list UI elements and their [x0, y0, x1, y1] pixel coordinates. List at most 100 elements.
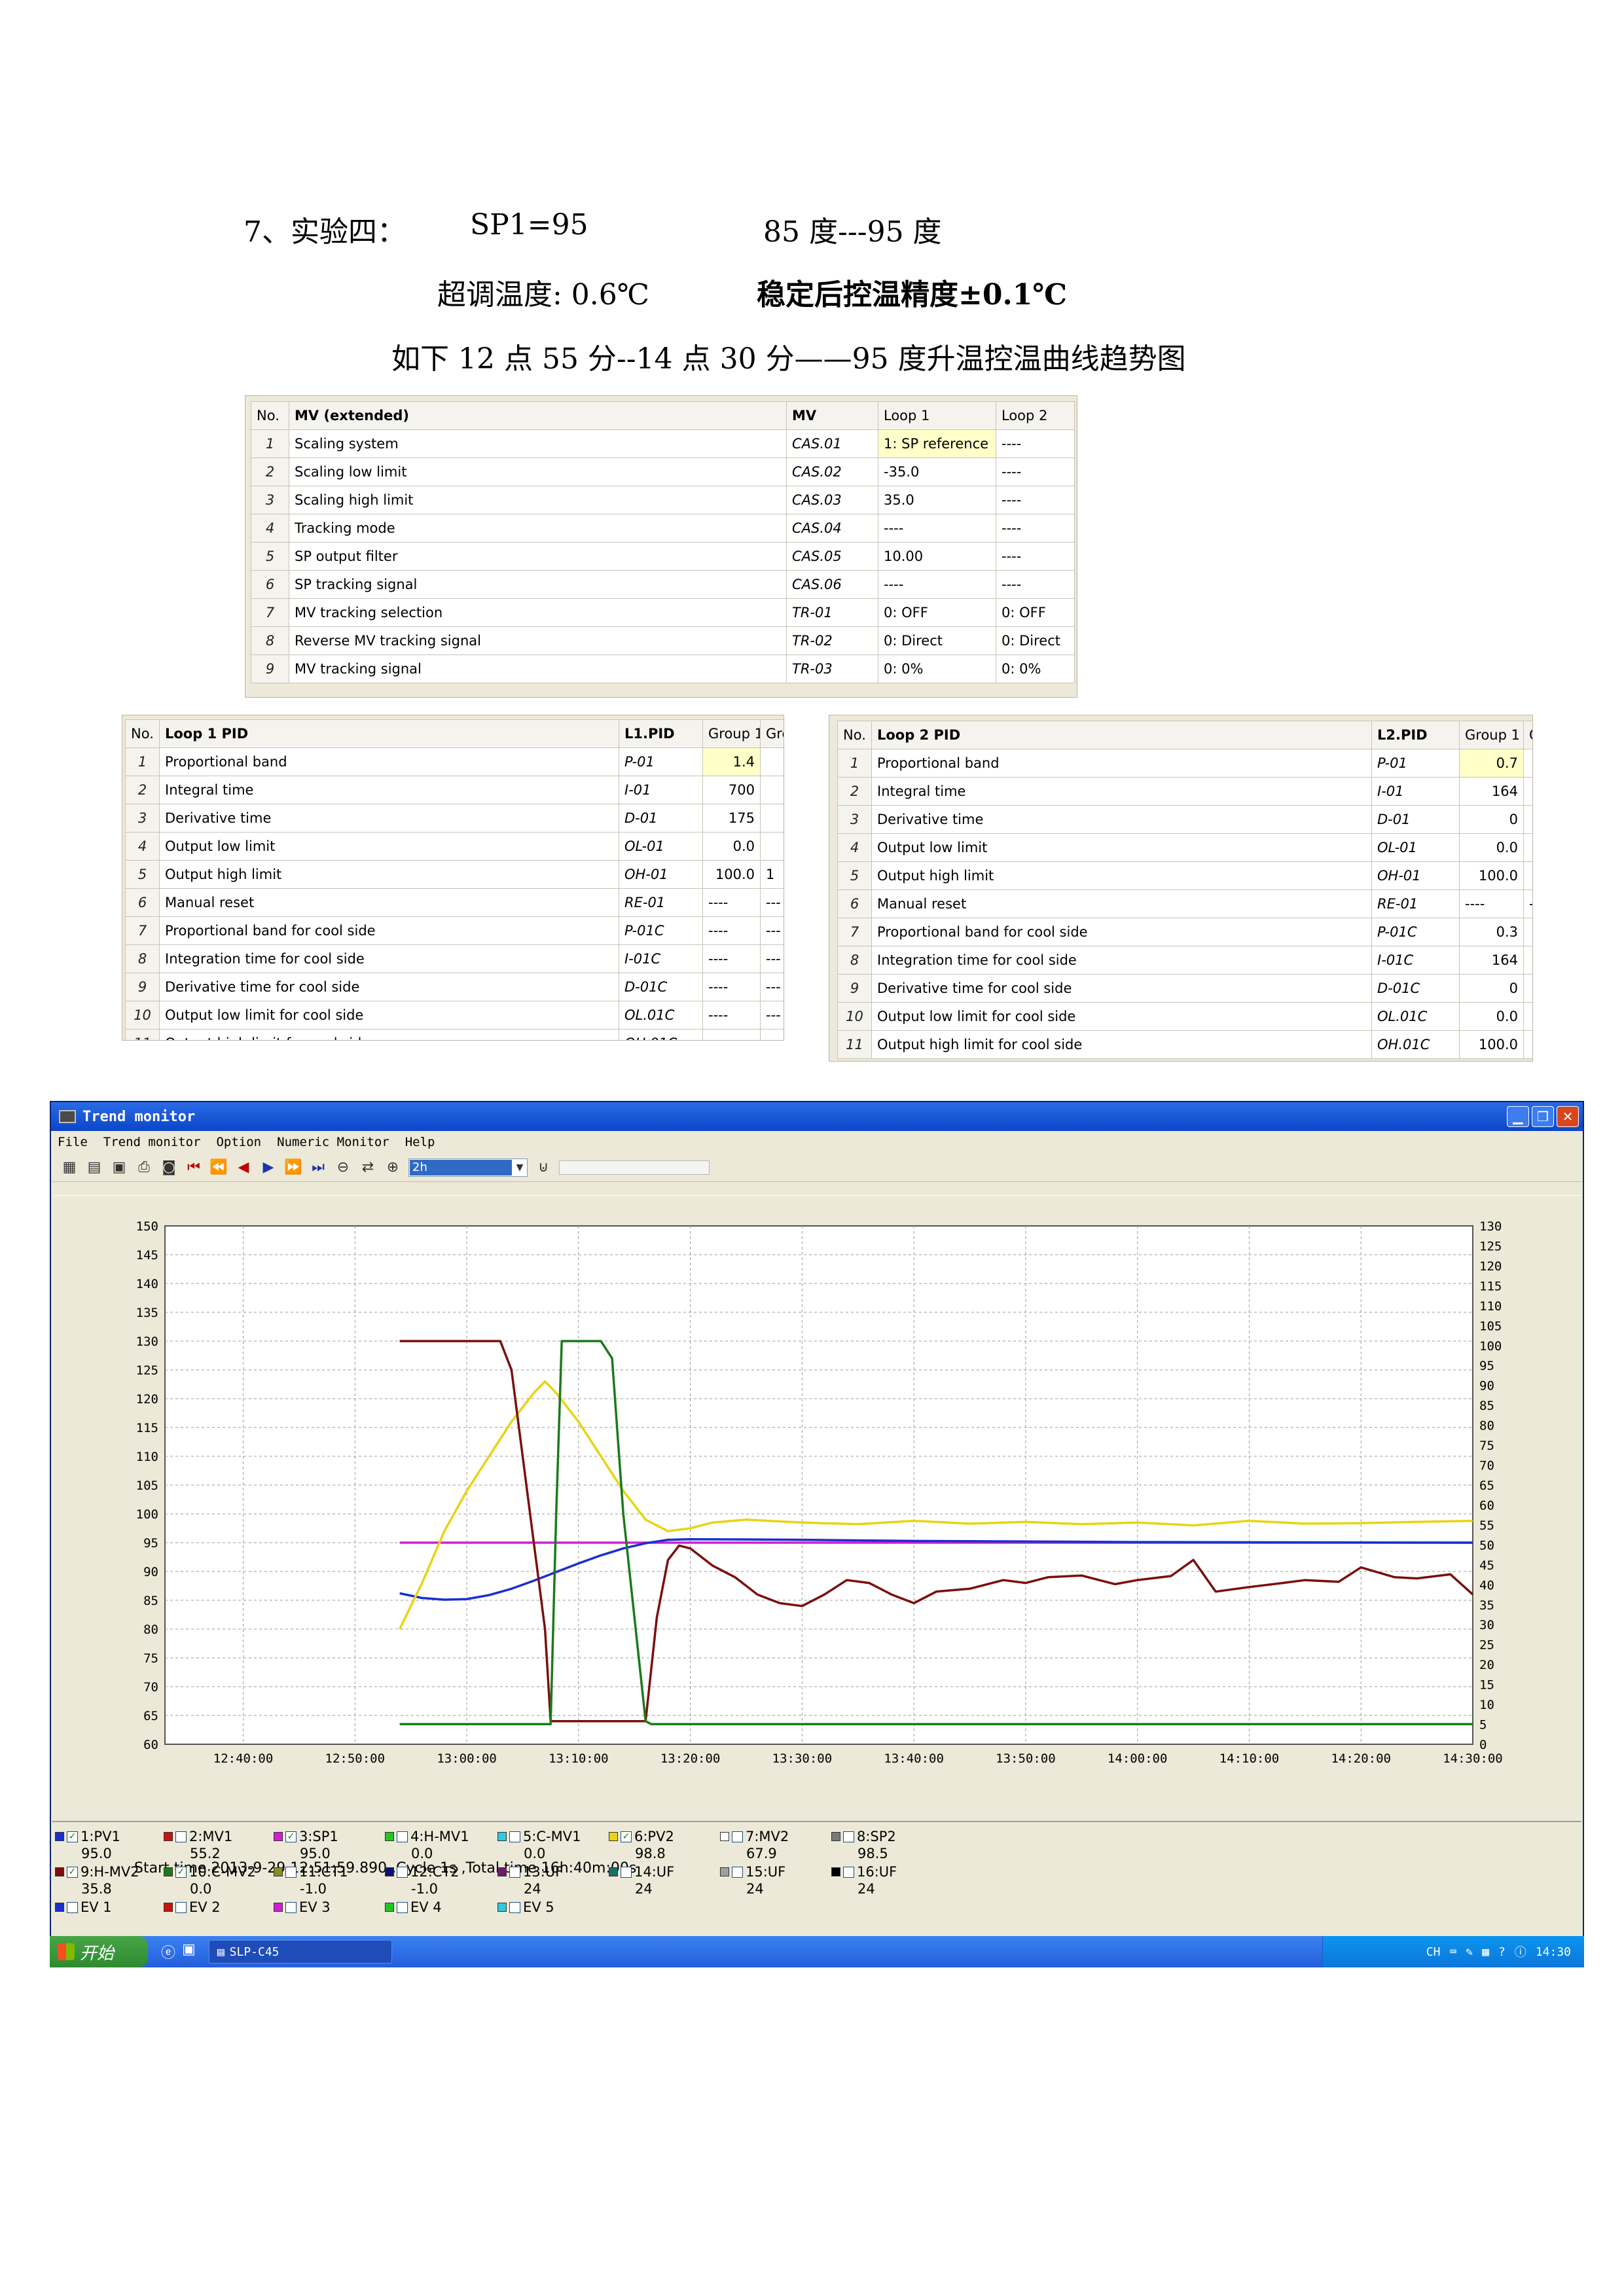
desktop-icon[interactable]: ▣	[182, 1941, 196, 1962]
legend-item[interactable]: EV 3	[274, 1899, 331, 1915]
legend-item[interactable]: ✓ 3:SP1	[274, 1829, 338, 1844]
value-cell[interactable]: 10.00	[878, 542, 996, 571]
channel-checkbox[interactable]	[509, 1901, 520, 1913]
print-icon[interactable]: ⎙	[135, 1158, 153, 1177]
value-cell-2[interactable]: ---	[760, 916, 784, 945]
legend-item[interactable]: ✓ 9:H-MV2	[55, 1864, 139, 1880]
value-cell-2[interactable]	[760, 747, 784, 776]
value-cell[interactable]: 0.7	[1459, 749, 1524, 778]
value-cell-2[interactable]: --	[1523, 889, 1532, 918]
menu-trend-monitor[interactable]: Trend monitor	[103, 1135, 201, 1149]
channel-checkbox[interactable]	[397, 1831, 408, 1842]
value-cell-2[interactable]: ----	[996, 457, 1075, 486]
channel-checkbox[interactable]	[843, 1866, 854, 1878]
fast-back-icon[interactable]: ⏪	[209, 1158, 228, 1177]
open-icon[interactable]: ▤	[85, 1158, 103, 1177]
value-cell[interactable]: 1: SP reference	[878, 429, 996, 458]
value-cell-2[interactable]: ---	[760, 944, 784, 973]
menu-numeric-monitor[interactable]: Numeric Monitor	[277, 1135, 389, 1149]
value-cell-2[interactable]: 0: OFF	[996, 598, 1075, 627]
value-cell-2[interactable]: ----	[996, 570, 1075, 599]
restore-button[interactable]: ❐	[1532, 1106, 1554, 1127]
value-cell-2[interactable]	[1523, 749, 1532, 778]
menu-help[interactable]: Help	[405, 1135, 435, 1149]
start-button[interactable]: 开始	[50, 1936, 148, 1967]
value-cell[interactable]: 0: OFF	[878, 598, 996, 627]
value-cell-2[interactable]: ----	[996, 542, 1075, 571]
value-cell-2[interactable]: ---	[760, 973, 784, 1001]
channel-checkbox[interactable]	[285, 1901, 297, 1913]
legend-item[interactable]: EV 1	[55, 1899, 112, 1915]
zoom-in-icon[interactable]: ⊕	[384, 1158, 402, 1177]
channel-checkbox[interactable]: ✓	[67, 1831, 78, 1842]
window-titlebar[interactable]: Trend monitor ▁ ❐ ✕	[51, 1102, 1583, 1131]
first-icon[interactable]: ⏮	[185, 1158, 203, 1177]
value-cell[interactable]: ----	[702, 944, 761, 973]
legend-item[interactable]: ✓ 6:PV2	[609, 1829, 674, 1844]
channel-checkbox[interactable]: ✓	[621, 1831, 632, 1842]
legend-item[interactable]: ✓ 1:PV1	[55, 1829, 120, 1844]
channel-checkbox[interactable]: ✓	[175, 1866, 187, 1878]
channel-checkbox[interactable]	[285, 1866, 297, 1878]
time-slider[interactable]	[559, 1160, 710, 1175]
channel-checkbox[interactable]	[67, 1901, 78, 1913]
value-cell[interactable]: 164	[1459, 777, 1524, 806]
value-cell[interactable]: -35.0	[878, 457, 996, 486]
menu-option[interactable]: Option	[216, 1135, 261, 1149]
value-cell[interactable]: 175	[702, 804, 761, 833]
value-cell-2[interactable]	[1523, 861, 1532, 890]
value-cell-2[interactable]	[1523, 1030, 1532, 1059]
channel-checkbox[interactable]	[732, 1866, 743, 1878]
value-cell[interactable]: 35.0	[878, 486, 996, 514]
channel-checkbox[interactable]	[397, 1901, 408, 1913]
channel-checkbox[interactable]	[175, 1901, 187, 1913]
legend-item[interactable]: 4:H-MV1	[385, 1829, 469, 1844]
channel-checkbox[interactable]	[509, 1831, 520, 1842]
value-cell[interactable]: ----	[702, 888, 761, 917]
channel-checkbox[interactable]: ✓	[67, 1866, 78, 1878]
keyboard-icon[interactable]: ⌨	[1449, 1945, 1456, 1959]
value-cell[interactable]: 100.0	[1459, 1030, 1524, 1059]
fast-forward-icon[interactable]: ⏩	[284, 1158, 302, 1177]
value-cell[interactable]: ----	[702, 973, 761, 1001]
value-cell[interactable]: ----	[702, 1001, 761, 1030]
value-cell[interactable]: ----	[878, 514, 996, 543]
legend-item[interactable]: EV 2	[164, 1899, 221, 1915]
legend-item[interactable]: 15:UF	[720, 1864, 785, 1880]
pen-icon[interactable]: ✎	[1466, 1945, 1473, 1959]
value-cell[interactable]: 0: Direct	[878, 626, 996, 655]
value-cell-2[interactable]: 1	[760, 860, 784, 889]
value-cell-2[interactable]: ----	[996, 429, 1075, 458]
channel-checkbox[interactable]	[175, 1831, 187, 1842]
legend-item[interactable]: ✓ 10:C-MV2	[164, 1864, 256, 1880]
legend-item[interactable]: 8:SP2	[831, 1829, 896, 1844]
value-cell-2[interactable]	[1523, 974, 1532, 1003]
value-cell[interactable]: 0.0	[1459, 1002, 1524, 1031]
channel-checkbox[interactable]	[621, 1866, 632, 1878]
value-cell[interactable]: 100.0	[1459, 861, 1524, 890]
value-cell-2[interactable]: 0: 0%	[996, 655, 1075, 683]
legend-item[interactable]: 7:MV2	[720, 1829, 789, 1844]
last-icon[interactable]: ⏭	[309, 1158, 327, 1177]
value-cell-2[interactable]	[1523, 777, 1532, 806]
value-cell-2[interactable]	[1523, 1002, 1532, 1031]
value-cell-2[interactable]	[1523, 805, 1532, 834]
value-cell-2[interactable]: ---	[760, 1001, 784, 1030]
value-cell[interactable]: ----	[702, 916, 761, 945]
value-cell-2[interactable]: ---	[760, 1029, 784, 1040]
value-cell[interactable]: ----	[702, 1029, 761, 1040]
refresh-icon[interactable]: ⇄	[359, 1158, 377, 1177]
value-cell[interactable]: 100.0	[702, 860, 761, 889]
value-cell-2[interactable]: 0: Direct	[996, 626, 1075, 655]
legend-item[interactable]: 13:UF	[497, 1864, 563, 1880]
network-icon[interactable]: ▦	[1482, 1945, 1489, 1959]
channel-checkbox[interactable]	[843, 1831, 854, 1842]
value-cell-2[interactable]: ----	[996, 486, 1075, 514]
taskbar-item-slp[interactable]: ▤ SLP-C45	[208, 1940, 392, 1964]
menu-file[interactable]: File	[58, 1135, 88, 1149]
close-button[interactable]: ✕	[1557, 1106, 1579, 1127]
value-cell-2[interactable]: ---	[760, 888, 784, 917]
value-cell-2[interactable]	[1523, 833, 1532, 862]
value-cell[interactable]: ----	[1459, 889, 1524, 918]
minimize-button[interactable]: ▁	[1507, 1106, 1529, 1127]
